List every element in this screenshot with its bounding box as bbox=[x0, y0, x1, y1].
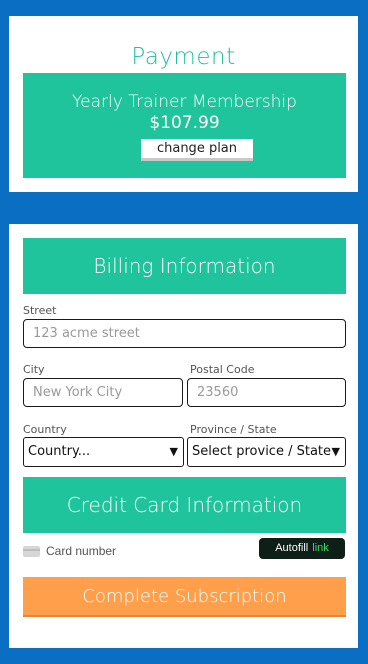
plan-name: Yearly Trainer Membership bbox=[72, 92, 297, 112]
city-input[interactable] bbox=[23, 378, 183, 407]
autofill-label: Autofill bbox=[275, 542, 309, 554]
payment-card: Payment Yearly Trainer Membership $107.9… bbox=[9, 16, 358, 192]
province-select[interactable]: Select provice / State ▼ bbox=[187, 437, 346, 467]
payment-title: Payment bbox=[131, 44, 236, 70]
chevron-down-icon: ▼ bbox=[169, 445, 178, 458]
complete-subscription-button[interactable]: Complete Subscription bbox=[23, 577, 346, 617]
credit-card-icon bbox=[23, 545, 40, 557]
change-plan-button[interactable]: change plan bbox=[141, 139, 253, 161]
plan-summary: Yearly Trainer Membership $107.99 change… bbox=[23, 73, 346, 178]
chevron-down-icon: ▼ bbox=[331, 445, 340, 458]
postal-code-label: Postal Code bbox=[190, 363, 255, 376]
country-select-value: Country... bbox=[28, 444, 91, 459]
card-number-placeholder: Card number bbox=[46, 544, 117, 558]
card-number-field[interactable]: Card number bbox=[23, 542, 116, 560]
autofill-link-button[interactable]: Autofill link bbox=[259, 538, 345, 559]
link-label: link bbox=[312, 542, 329, 554]
billing-card: Billing Information Street City Postal C… bbox=[9, 224, 358, 648]
credit-card-information-header: Credit Card Information bbox=[23, 477, 346, 533]
province-select-value: Select provice / State bbox=[192, 444, 332, 459]
country-select[interactable]: Country... ▼ bbox=[23, 437, 184, 467]
city-label: City bbox=[23, 363, 45, 376]
postal-code-input[interactable] bbox=[187, 378, 346, 407]
country-label: Country bbox=[23, 423, 67, 436]
billing-information-header: Billing Information bbox=[23, 238, 346, 294]
street-input[interactable] bbox=[23, 319, 346, 348]
province-label: Province / State bbox=[190, 423, 277, 436]
street-label: Street bbox=[23, 304, 57, 317]
plan-price: $107.99 bbox=[149, 113, 220, 133]
